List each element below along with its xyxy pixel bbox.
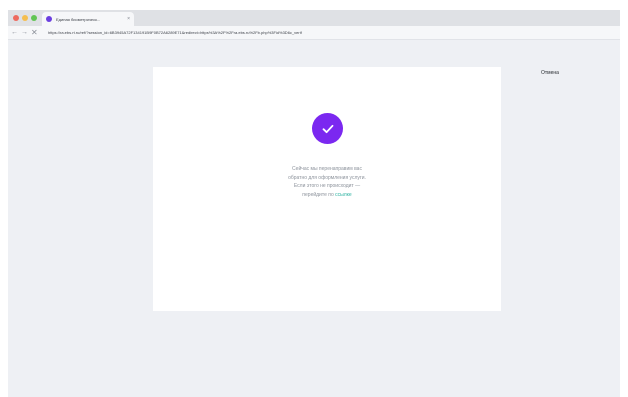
minimize-window-button[interactable] — [22, 15, 28, 21]
browser-tab[interactable]: Единая биометрическ... × — [42, 12, 134, 26]
back-button[interactable]: ← — [11, 28, 18, 37]
redirect-message: Сейчас мы перенаправим вас обратно для о… — [257, 165, 397, 199]
message-line: Если этого не происходит — — [293, 183, 361, 189]
message-line: обратно для оформления услуги. — [288, 174, 366, 181]
address-bar-row: ← → ✕ https://ra.ebs.rt.ru/ref/?session_… — [8, 26, 620, 40]
page-content: Отмена Сейчас мы перенаправим вас обратн… — [8, 40, 620, 397]
cancel-link[interactable]: Отмена — [541, 70, 559, 76]
link-prefix: перейдите по — [302, 191, 336, 198]
address-bar[interactable]: https://ra.ebs.rt.ru/ref/?session_id=6B3… — [48, 29, 608, 37]
favicon-icon — [46, 16, 52, 22]
stop-loading-button[interactable]: ✕ — [31, 28, 38, 37]
close-window-button[interactable] — [13, 15, 19, 21]
checkmark-icon — [322, 124, 333, 133]
tab-bar: Единая биометрическ... × — [8, 10, 620, 26]
maximize-window-button[interactable] — [31, 15, 37, 21]
message-line-with-link: перейдите по ссылке — [257, 191, 397, 200]
browser-window: Единая биометрическ... × ← → ✕ https://r… — [8, 10, 620, 397]
message-line: Сейчас мы перенаправим вас — [292, 166, 362, 172]
tab-title: Единая биометрическ... — [56, 16, 101, 22]
tab-close-icon[interactable]: × — [127, 16, 130, 22]
redirect-card: Сейчас мы перенаправим вас обратно для о… — [153, 67, 501, 311]
forward-button[interactable]: → — [21, 28, 28, 37]
redirect-link[interactable]: ссылке — [335, 192, 352, 198]
success-badge — [312, 113, 343, 144]
